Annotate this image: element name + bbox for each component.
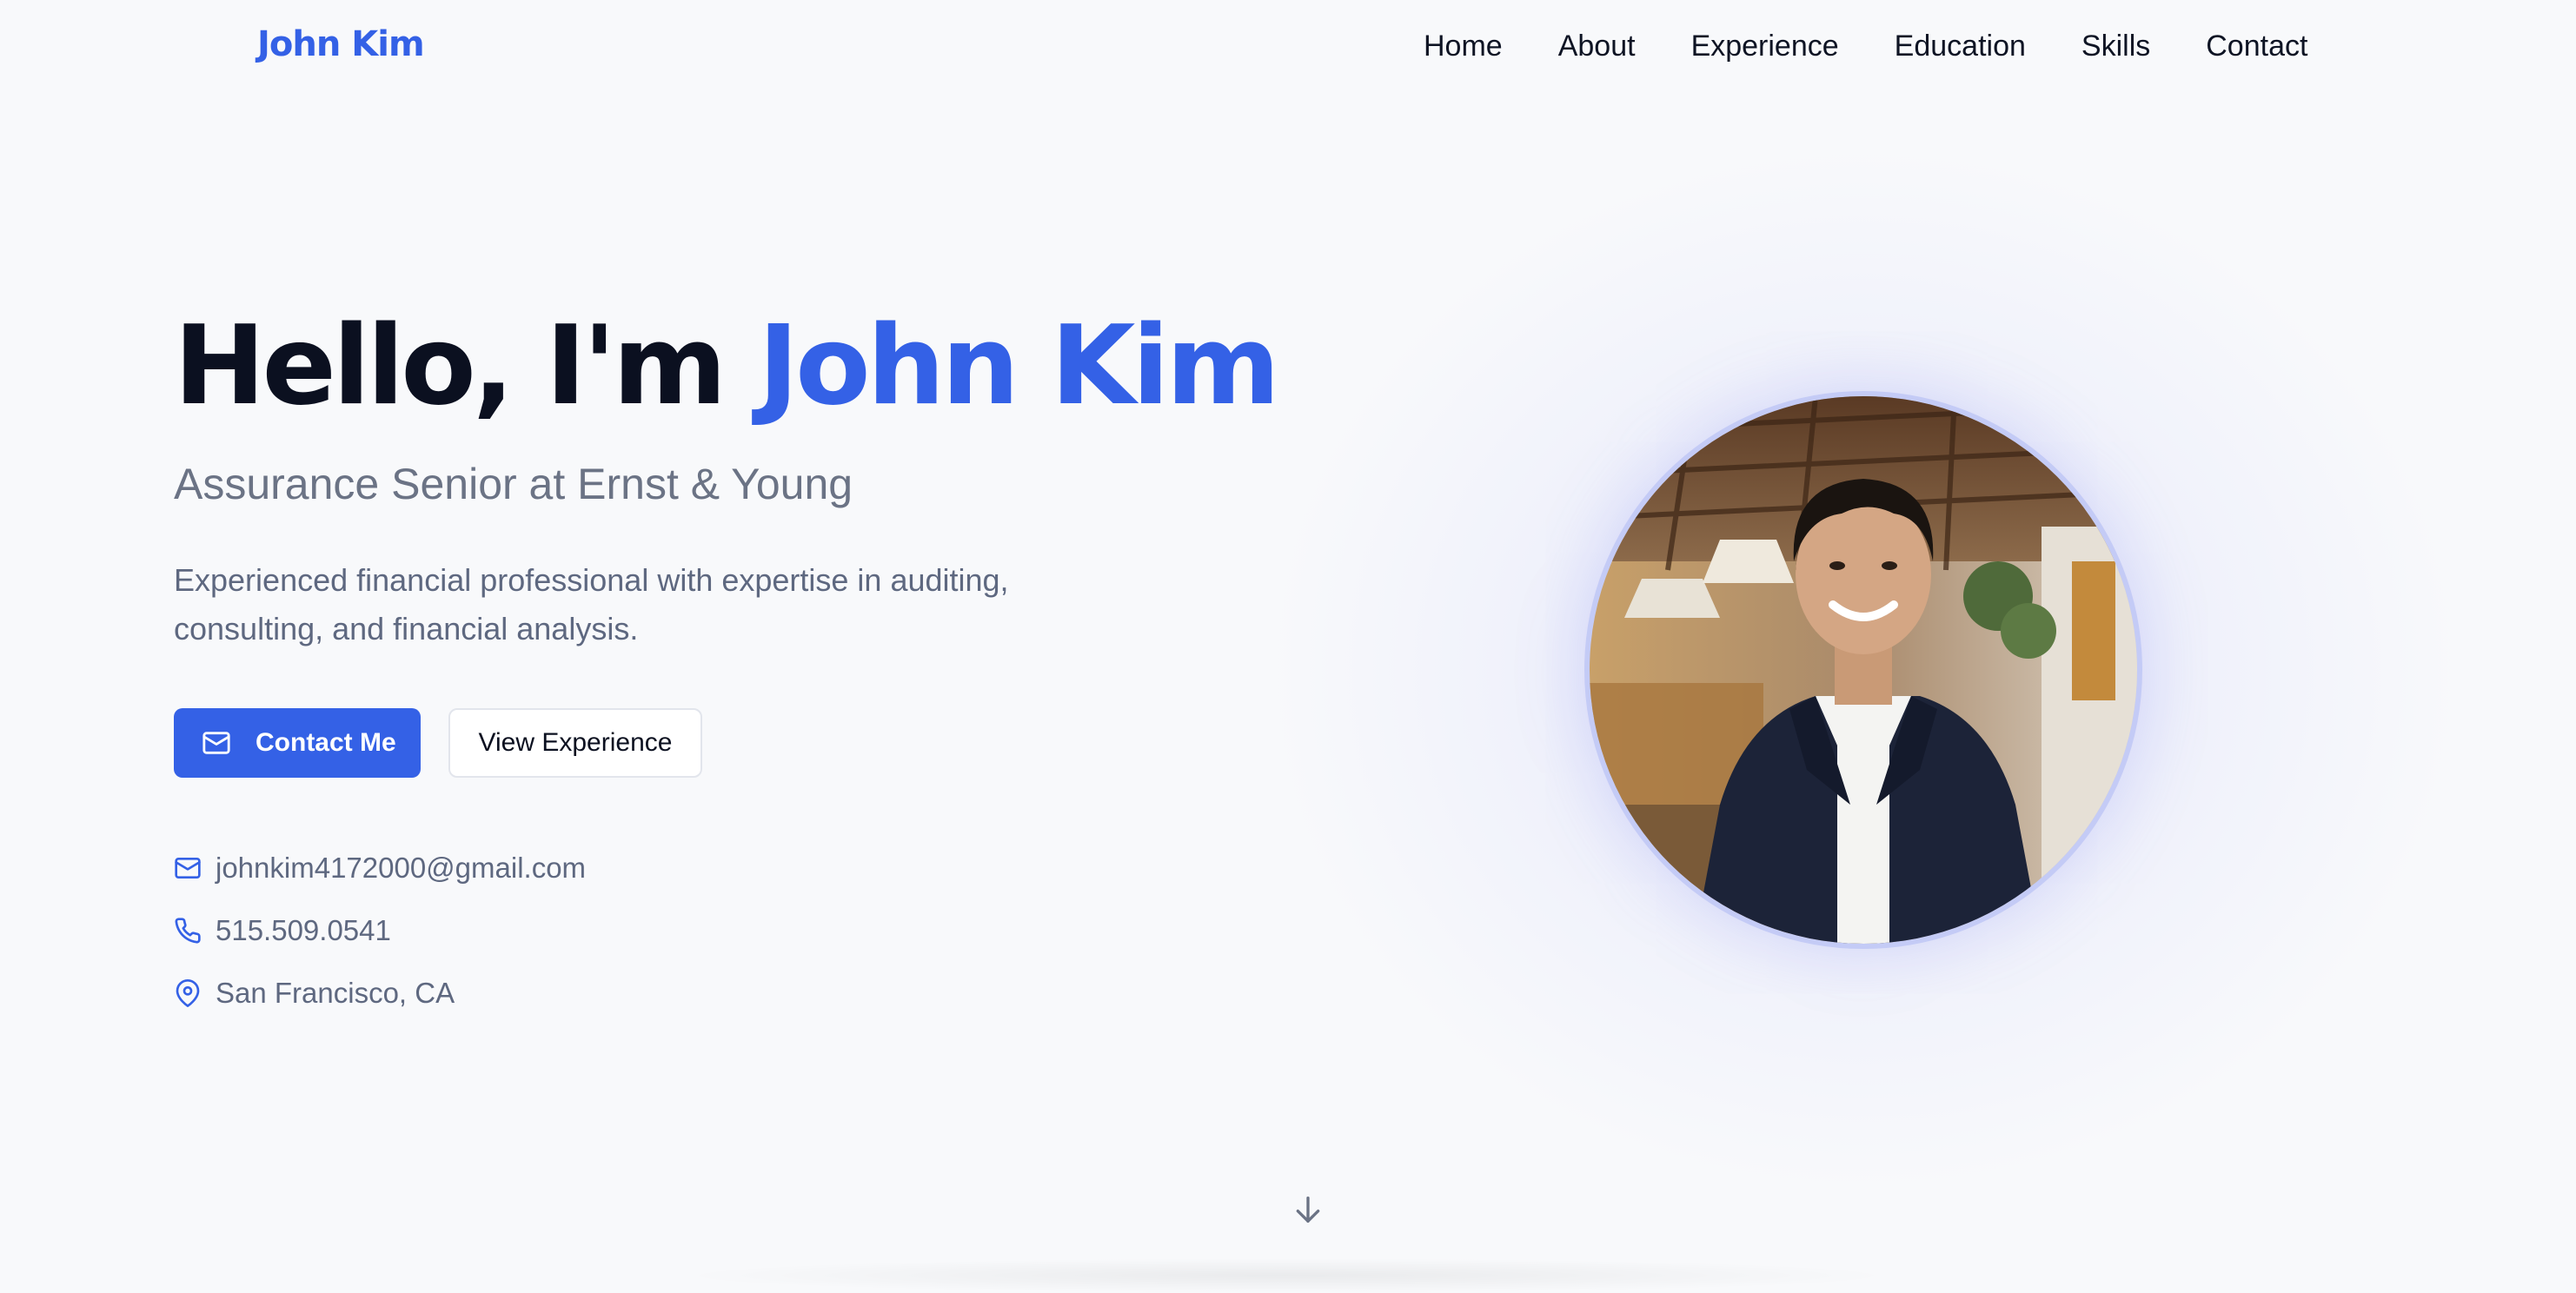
contact-me-label: Contact Me: [256, 728, 396, 757]
phone-text: 515.509.0541: [216, 914, 391, 946]
profile-photo-illustration: [1590, 396, 2137, 944]
location-text: San Francisco, CA: [216, 977, 455, 1009]
contact-location: San Francisco, CA: [174, 977, 455, 1010]
nav-menu: Home About Experience Education Skills C…: [1424, 30, 2307, 63]
hero-name: John Kim: [758, 302, 1280, 429]
hero-subtitle: Assurance Senior at Ernst & Young: [174, 460, 853, 508]
nav-item-home[interactable]: Home: [1424, 30, 1503, 63]
top-nav: John Kim Home About Experience Education…: [0, 0, 2576, 96]
mail-icon: [175, 858, 201, 879]
profile-photo: [1584, 391, 2142, 949]
nav-item-experience[interactable]: Experience: [1691, 30, 1839, 63]
nav-item-skills[interactable]: Skills: [2081, 30, 2150, 63]
nav-item-education[interactable]: Education: [1895, 30, 2026, 63]
contact-me-button[interactable]: Contact Me: [174, 708, 421, 778]
hero-description: Experienced financial professional with …: [174, 562, 1009, 646]
nav-item-about[interactable]: About: [1558, 30, 1636, 63]
section-divider-shadow: [678, 1258, 1895, 1293]
contact-phone[interactable]: 515.509.0541: [174, 914, 391, 947]
contact-email[interactable]: johnkim4172000@gmail.com: [174, 852, 586, 885]
brand-logo[interactable]: John Kim: [257, 24, 425, 64]
mail-icon: [202, 732, 230, 754]
view-experience-button[interactable]: View Experience: [448, 708, 702, 778]
arrow-down-icon[interactable]: [1291, 1190, 1325, 1229]
view-experience-label: View Experience: [478, 728, 673, 757]
hero-title: Hello, I'm John Kim: [174, 311, 1280, 421]
hero-greeting: Hello, I'm: [174, 302, 759, 429]
phone-icon: [175, 918, 201, 944]
email-text: johnkim4172000@gmail.com: [216, 852, 587, 884]
nav-item-contact[interactable]: Contact: [2206, 30, 2307, 63]
map-pin-icon: [176, 979, 200, 1007]
